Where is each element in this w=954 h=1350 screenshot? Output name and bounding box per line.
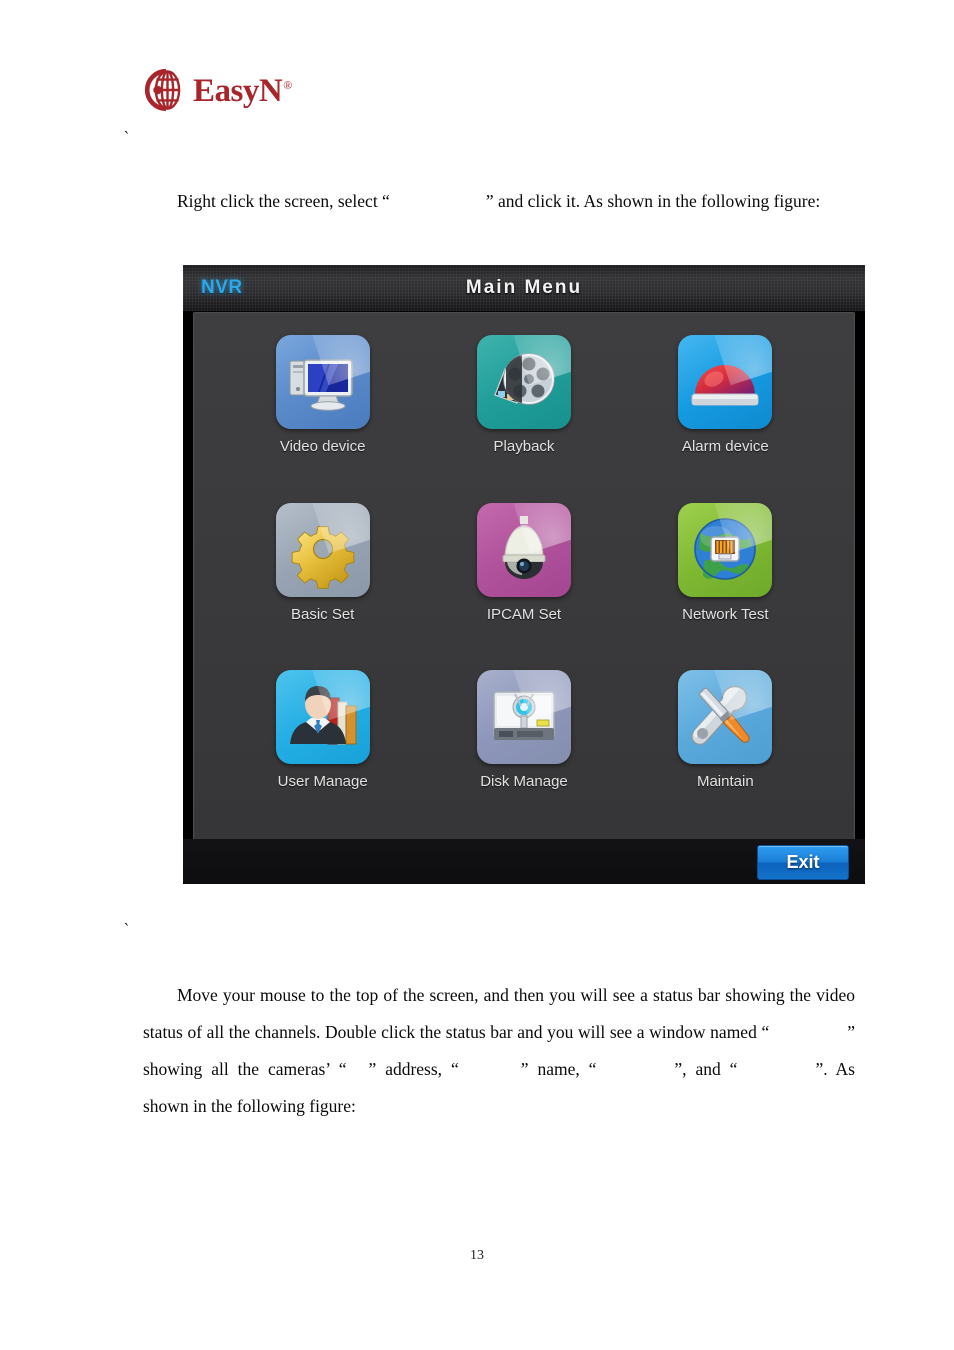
intro-text-before: Right click the screen, select “ — [177, 191, 390, 211]
nvr-titlebar: NVR Main Menu — [183, 265, 865, 312]
body-text-seg3: ” address, “ — [368, 1059, 459, 1079]
brand-logo: EasyN® — [142, 64, 292, 116]
menu-label-playback: Playback — [493, 438, 555, 455]
hard-disk-icon[interactable] — [476, 670, 571, 765]
page-number: 13 — [470, 1248, 484, 1263]
menu-label-ipcam-set: IPCAM Set — [486, 605, 562, 623]
user-books-icon[interactable] — [275, 670, 370, 765]
menu-label-alarm-device: Alarm device — [681, 438, 769, 455]
exit-button[interactable]: Exit — [757, 845, 849, 880]
body-paragraph: Move your mouse to the top of the screen… — [143, 977, 855, 1125]
ptz-dome-camera-icon[interactable] — [476, 502, 571, 597]
menu-item-maintain[interactable]: Maintain — [625, 664, 826, 832]
film-reel-icon[interactable] — [476, 335, 571, 429]
nvr-icon-grid: Video device Playback Alarm device Basic… — [194, 313, 854, 840]
menu-label-maintain: Maintain — [696, 773, 754, 791]
menu-label-basic-set: Basic Set — [290, 605, 355, 623]
menu-item-alarm-device[interactable]: Alarm device — [625, 329, 826, 497]
intro-text-after: ” and click it. As shown in the followin… — [485, 191, 821, 211]
body-text-seg4: ” name, “ — [520, 1059, 597, 1079]
menu-label-disk-manage: Disk Manage — [480, 773, 568, 791]
body-text-line1: Move your mouse to the top of the screen… — [143, 985, 855, 1042]
menu-item-ipcam-set[interactable]: IPCAM Set — [423, 497, 624, 665]
nvr-menu-panel: Video device Playback Alarm device Basic… — [193, 312, 855, 841]
intro-paragraph: Right click the screen, select “ ” and cl… — [143, 183, 855, 220]
brand-name: EasyN® — [193, 72, 292, 109]
body-text-seg5: ”, and “ — [674, 1059, 738, 1079]
menu-item-video-device[interactable]: Video device — [222, 329, 423, 497]
menu-label-user-manage: User Manage — [277, 773, 368, 791]
alarm-dome-light-icon[interactable] — [678, 335, 773, 429]
menu-label-network-test: Network Test — [682, 605, 769, 623]
menu-item-basic-set[interactable]: Basic Set — [222, 497, 423, 665]
tick-mark-top: ` — [122, 127, 130, 148]
nvr-main-menu-screenshot: NVR Main Menu Video device Playback Alar… — [183, 265, 865, 884]
tick-mark-middle: ` — [122, 919, 130, 940]
nvr-page-title: Main Menu — [465, 277, 583, 298]
globe-rj45-icon[interactable] — [678, 502, 773, 597]
menu-item-playback[interactable]: Playback — [423, 329, 624, 497]
monitor-pc-icon[interactable] — [275, 335, 370, 429]
menu-label-video-device: Video device — [279, 438, 366, 455]
registered-mark: ® — [283, 77, 292, 92]
nvr-footer-bar: Exit — [183, 839, 865, 884]
menu-item-network-test[interactable]: Network Test — [625, 497, 826, 665]
globe-c-logo-icon — [142, 67, 188, 113]
wrench-screwdriver-icon[interactable] — [678, 670, 773, 765]
menu-item-disk-manage[interactable]: Disk Manage — [423, 664, 624, 832]
gear-icon[interactable] — [275, 502, 370, 597]
menu-item-user-manage[interactable]: User Manage — [222, 664, 423, 832]
